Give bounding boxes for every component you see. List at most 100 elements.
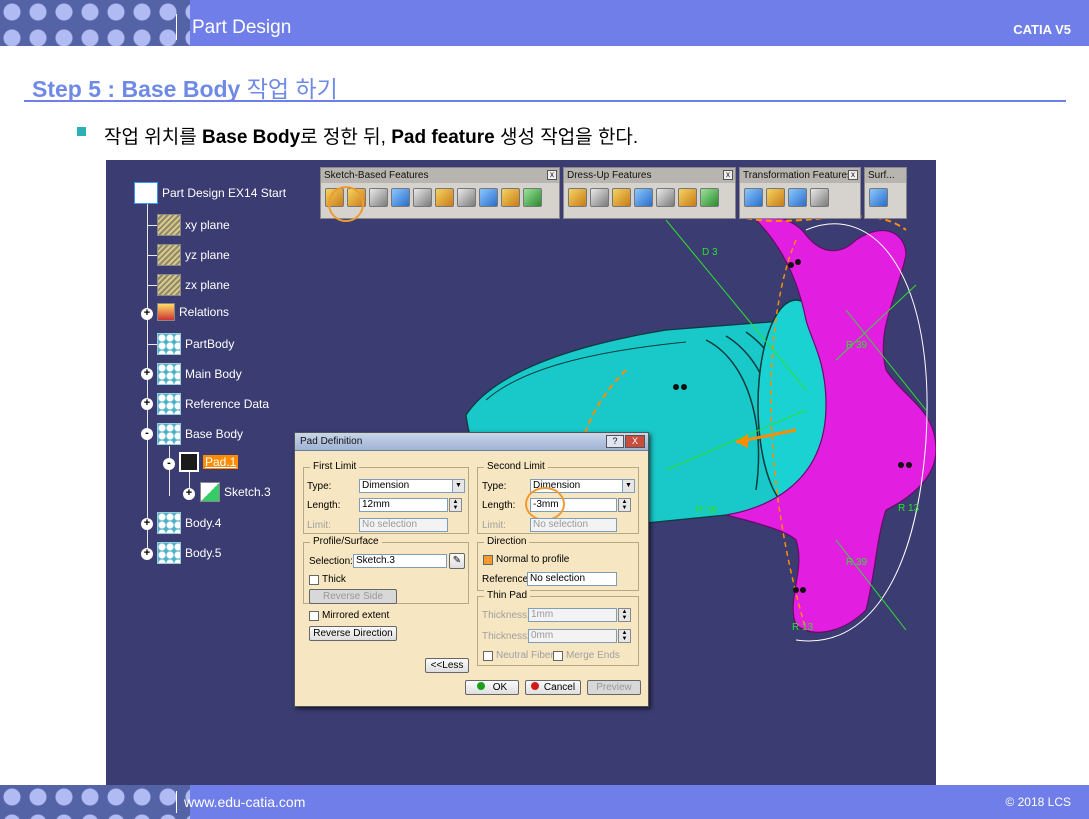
thickness-icon[interactable] bbox=[656, 188, 675, 207]
hole-icon[interactable] bbox=[435, 188, 454, 207]
neutral-fiber-checkbox[interactable] bbox=[483, 651, 493, 661]
dialog-title: Pad Definition bbox=[300, 436, 363, 447]
ok-icon bbox=[476, 682, 485, 690]
draft-icon[interactable] bbox=[612, 188, 631, 207]
remove-face-icon[interactable] bbox=[700, 188, 719, 207]
length-spinner[interactable]: ▲ ▼ bbox=[449, 498, 462, 512]
rib-icon[interactable] bbox=[457, 188, 476, 207]
length-highlight bbox=[525, 487, 565, 521]
expand-icon[interactable]: + bbox=[141, 368, 153, 380]
dialog-titlebar[interactable]: Pad Definition ? X bbox=[295, 433, 648, 451]
chamfer-icon[interactable] bbox=[590, 188, 609, 207]
sketch-edit-icon[interactable]: ✎ bbox=[449, 553, 465, 569]
tree-root[interactable]: Part Design EX14 Start bbox=[134, 182, 286, 204]
shaft-icon[interactable] bbox=[391, 188, 410, 207]
groove-icon[interactable] bbox=[413, 188, 432, 207]
reverse-direction-button[interactable]: Reverse Direction bbox=[309, 626, 397, 641]
tree-item-body-4[interactable]: Body.4 bbox=[157, 512, 221, 534]
toolbar-dress-up-features[interactable]: Dress-Up Features x bbox=[563, 167, 736, 219]
group-label: Profile/Surface bbox=[310, 536, 382, 547]
help-button[interactable]: ? bbox=[606, 435, 624, 448]
ok-button[interactable]: OK bbox=[465, 680, 519, 695]
first-length-input[interactable]: 12mm bbox=[359, 498, 448, 512]
tree-item-sketch[interactable]: Sketch.3 bbox=[200, 482, 271, 502]
dimension-label: R 39 bbox=[696, 505, 718, 516]
toolbar-transformation-features[interactable]: Transformation Features x bbox=[739, 167, 861, 219]
thickness-spinner[interactable]: ▲ ▼ bbox=[618, 629, 631, 643]
tree-item-label: yz plane bbox=[185, 248, 230, 262]
close-button[interactable]: X bbox=[625, 435, 645, 448]
thick-checkbox[interactable] bbox=[309, 575, 319, 585]
close-icon[interactable]: x bbox=[723, 170, 733, 180]
tree-item-label: Body.5 bbox=[185, 546, 222, 560]
relations-icon bbox=[157, 303, 175, 321]
tree-item-yz-plane[interactable]: yz plane bbox=[157, 244, 230, 266]
pad-definition-dialog[interactable]: Pad Definition ? X First Limit Type: Dim… bbox=[294, 432, 649, 707]
loft-icon[interactable] bbox=[523, 188, 542, 207]
thread-icon[interactable] bbox=[678, 188, 697, 207]
group-label: Thin Pad bbox=[484, 590, 531, 601]
dimension-label: D 3 bbox=[702, 247, 718, 258]
tree-item-zx-plane[interactable]: zx plane bbox=[157, 274, 230, 296]
tree-item-base-body[interactable]: Base Body bbox=[157, 423, 243, 445]
expand-icon[interactable]: + bbox=[141, 308, 153, 320]
normal-to-profile-checkbox[interactable] bbox=[483, 555, 493, 565]
thickness2-input[interactable]: 0mm bbox=[528, 629, 617, 643]
tree-item-xy-plane[interactable]: xy plane bbox=[157, 214, 230, 236]
part-icon bbox=[134, 182, 158, 204]
catia-viewport[interactable]: R 39 R 39 R 39 R 13 R 13 D 3 Part Design… bbox=[106, 160, 936, 785]
merge-ends-checkbox[interactable] bbox=[553, 651, 563, 661]
header-title: Part Design bbox=[192, 17, 292, 38]
sketch-icon bbox=[200, 482, 220, 502]
pocket-icon[interactable] bbox=[369, 188, 388, 207]
dimension-label: R 39 bbox=[846, 340, 868, 351]
tree-item-label: xy plane bbox=[185, 218, 230, 232]
translation-icon[interactable] bbox=[744, 188, 763, 207]
expand-icon[interactable]: + bbox=[141, 398, 153, 410]
tree-item-pad[interactable]: Pad.1 bbox=[179, 452, 239, 472]
profile-selection-input[interactable]: Sketch.3 bbox=[353, 554, 447, 568]
slot-icon[interactable] bbox=[479, 188, 498, 207]
close-icon[interactable]: x bbox=[547, 170, 557, 180]
field-label: Limit: bbox=[482, 520, 506, 531]
toolbar-surface[interactable]: Surf... bbox=[864, 167, 907, 219]
tree-item-label: Sketch.3 bbox=[224, 485, 271, 499]
footer-url[interactable]: www.edu-catia.com bbox=[184, 794, 305, 810]
tree-item-main-body[interactable]: Main Body bbox=[157, 363, 242, 385]
tree-item-label: Relations bbox=[179, 305, 230, 319]
tree-item-relations[interactable]: Relations bbox=[157, 303, 229, 321]
expand-icon[interactable]: + bbox=[141, 548, 153, 560]
reference-input[interactable]: No selection bbox=[527, 572, 617, 586]
pattern-icon[interactable] bbox=[788, 188, 807, 207]
thickness-spinner[interactable]: ▲ ▼ bbox=[618, 608, 631, 622]
close-icon[interactable]: x bbox=[848, 170, 858, 180]
less-button[interactable]: <<Less bbox=[425, 658, 469, 673]
field-label: Length: bbox=[482, 500, 516, 511]
expand-icon[interactable]: + bbox=[141, 518, 153, 530]
length-spinner[interactable]: ▲ ▼ bbox=[618, 498, 631, 512]
preview-button[interactable]: Preview bbox=[587, 680, 641, 695]
field-label: Length: bbox=[307, 500, 341, 511]
slide-header: Part Design CATIA V5 bbox=[0, 0, 1089, 46]
split-icon[interactable] bbox=[869, 188, 888, 207]
expand-icon[interactable]: + bbox=[183, 488, 195, 500]
footer-copyright: © 2018 LCS bbox=[1005, 795, 1071, 809]
scaling-icon[interactable] bbox=[810, 188, 829, 207]
first-limit-input[interactable]: No selection bbox=[359, 518, 448, 532]
mirror-icon[interactable] bbox=[766, 188, 785, 207]
mirrored-extent-checkbox[interactable] bbox=[309, 611, 319, 621]
tree-item-partbody[interactable]: PartBody bbox=[157, 333, 234, 355]
first-type-select[interactable]: Dimension ▼ bbox=[359, 479, 465, 493]
collapse-icon[interactable]: - bbox=[141, 428, 153, 440]
shell-icon[interactable] bbox=[634, 188, 653, 207]
cancel-button[interactable]: Cancel bbox=[525, 680, 581, 695]
collapse-icon[interactable]: - bbox=[163, 458, 175, 470]
thickness1-input[interactable]: 1mm bbox=[528, 608, 617, 622]
tree-item-reference-data[interactable]: Reference Data bbox=[157, 393, 269, 415]
chevron-down-icon: ▼ bbox=[622, 480, 634, 492]
tree-item-body-5[interactable]: Body.5 bbox=[157, 542, 221, 564]
second-limit-input[interactable]: No selection bbox=[530, 518, 617, 532]
stiffener-icon[interactable] bbox=[501, 188, 520, 207]
fillet-icon[interactable] bbox=[568, 188, 587, 207]
reverse-side-button[interactable]: Reverse Side bbox=[309, 589, 397, 604]
